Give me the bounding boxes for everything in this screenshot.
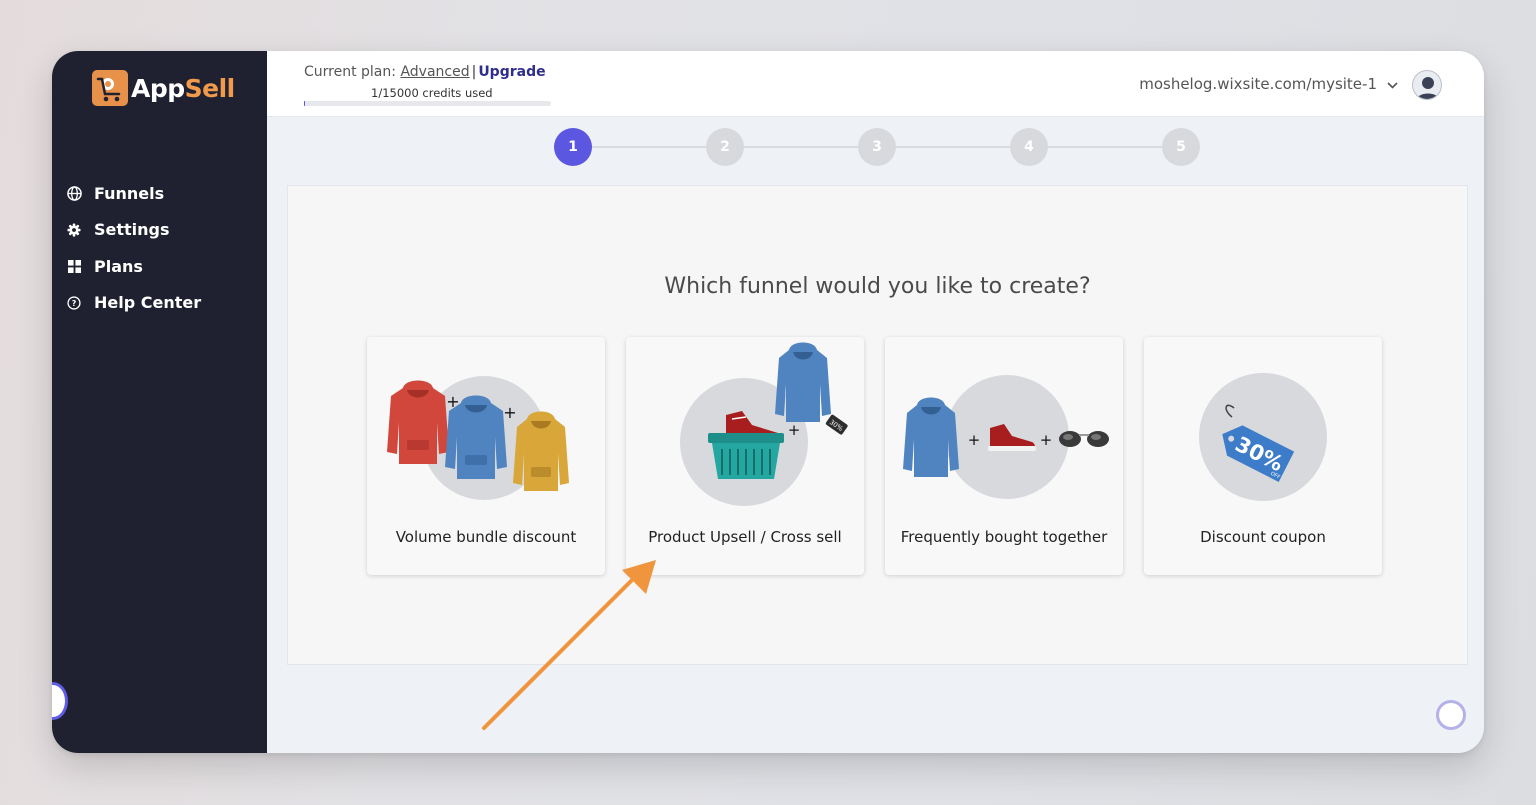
svg-text:+: +	[503, 403, 516, 422]
step-connector	[1048, 146, 1162, 148]
card-product-upsell-cross-sell[interactable]: 30% + Product Upsell / Cross sell	[626, 337, 864, 575]
step-4[interactable]: 4	[1010, 128, 1048, 166]
current-plan: Current plan: Advanced | Upgrade	[304, 64, 546, 80]
app-window: AppSell Funnels Settings Plans ? Help Ce…	[52, 51, 1484, 753]
topbar: Current plan: Advanced | Upgrade 1/15000 c…	[267, 51, 1484, 117]
logo-text: AppSell	[131, 73, 235, 103]
svg-text:+: +	[1040, 431, 1053, 449]
globe-icon	[66, 185, 82, 201]
upgrade-link[interactable]: Upgrade	[478, 64, 545, 80]
basket-upsell-illustration: 30% +	[680, 342, 848, 506]
sidebar: AppSell Funnels Settings Plans ? Help Ce…	[52, 51, 267, 753]
cart-logo-icon	[92, 70, 128, 106]
avatar[interactable]	[1412, 70, 1442, 100]
grid-icon	[66, 258, 82, 274]
plan-separator: |	[471, 64, 477, 80]
chat-widget-icon[interactable]	[52, 682, 68, 720]
step-3[interactable]: 3	[858, 128, 896, 166]
credits-progress-fill	[304, 101, 305, 106]
card-label: Frequently bought together	[900, 528, 1108, 546]
card-discount-coupon[interactable]: 30% OFF Discount coupon	[1144, 337, 1382, 575]
svg-text:?: ?	[72, 299, 77, 308]
hoodies-bundle-illustration: + +	[387, 376, 569, 500]
site-url: moshelog.wixsite.com/mysite-1	[1139, 75, 1377, 93]
items-together-illustration: + +	[903, 375, 1109, 499]
sidebar-item-label: Help Center	[94, 293, 202, 313]
sidebar-item-label: Settings	[94, 220, 170, 240]
site-selector[interactable]: moshelog.wixsite.com/mysite-1	[1139, 75, 1398, 93]
card-frequently-bought-together[interactable]: + + Frequently bought together	[885, 337, 1123, 575]
sidebar-item-funnels[interactable]: Funnels	[66, 175, 246, 212]
plan-name-link[interactable]: Advanced	[400, 64, 469, 80]
sidebar-item-settings[interactable]: Settings	[66, 212, 246, 249]
sidebar-item-plans[interactable]: Plans	[66, 248, 246, 285]
app-logo[interactable]: AppSell	[92, 70, 235, 106]
step-connector	[592, 146, 706, 148]
credits-progress-bar	[304, 101, 551, 106]
card-label: Product Upsell / Cross sell	[648, 528, 842, 546]
card-volume-bundle-discount[interactable]: + + Volume bundle discount	[367, 337, 605, 575]
svg-text:+: +	[968, 431, 981, 449]
credits-text: 1/15000 credits used	[371, 86, 493, 100]
gear-icon	[66, 222, 82, 238]
svg-text:+: +	[446, 392, 459, 411]
step-5[interactable]: 5	[1162, 128, 1200, 166]
step-connector	[744, 146, 858, 148]
card-label: Discount coupon	[1200, 528, 1326, 546]
chevron-down-icon	[1387, 75, 1398, 93]
svg-text:+: +	[788, 421, 801, 439]
help-icon: ?	[66, 295, 82, 311]
sidebar-item-label: Plans	[94, 256, 143, 276]
plan-prefix: Current plan:	[304, 64, 396, 80]
sidebar-item-help-center[interactable]: ? Help Center	[66, 285, 246, 322]
sidebar-nav: Funnels Settings Plans ? Help Center	[66, 175, 246, 321]
step-2[interactable]: 2	[706, 128, 744, 166]
page-title: Which funnel would you like to create?	[664, 274, 1091, 299]
coupon-tag-illustration: 30% OFF	[1199, 373, 1327, 501]
support-chat-icon[interactable]	[1436, 700, 1466, 730]
stepper: 1 2 3 4 5	[554, 128, 1200, 166]
sidebar-item-label: Funnels	[94, 183, 165, 203]
sunglasses-icon	[1059, 431, 1109, 447]
funnel-selection-panel: Which funnel would you like to create? +…	[287, 185, 1468, 665]
step-connector	[896, 146, 1010, 148]
card-label: Volume bundle discount	[395, 528, 577, 546]
step-1[interactable]: 1	[554, 128, 592, 166]
